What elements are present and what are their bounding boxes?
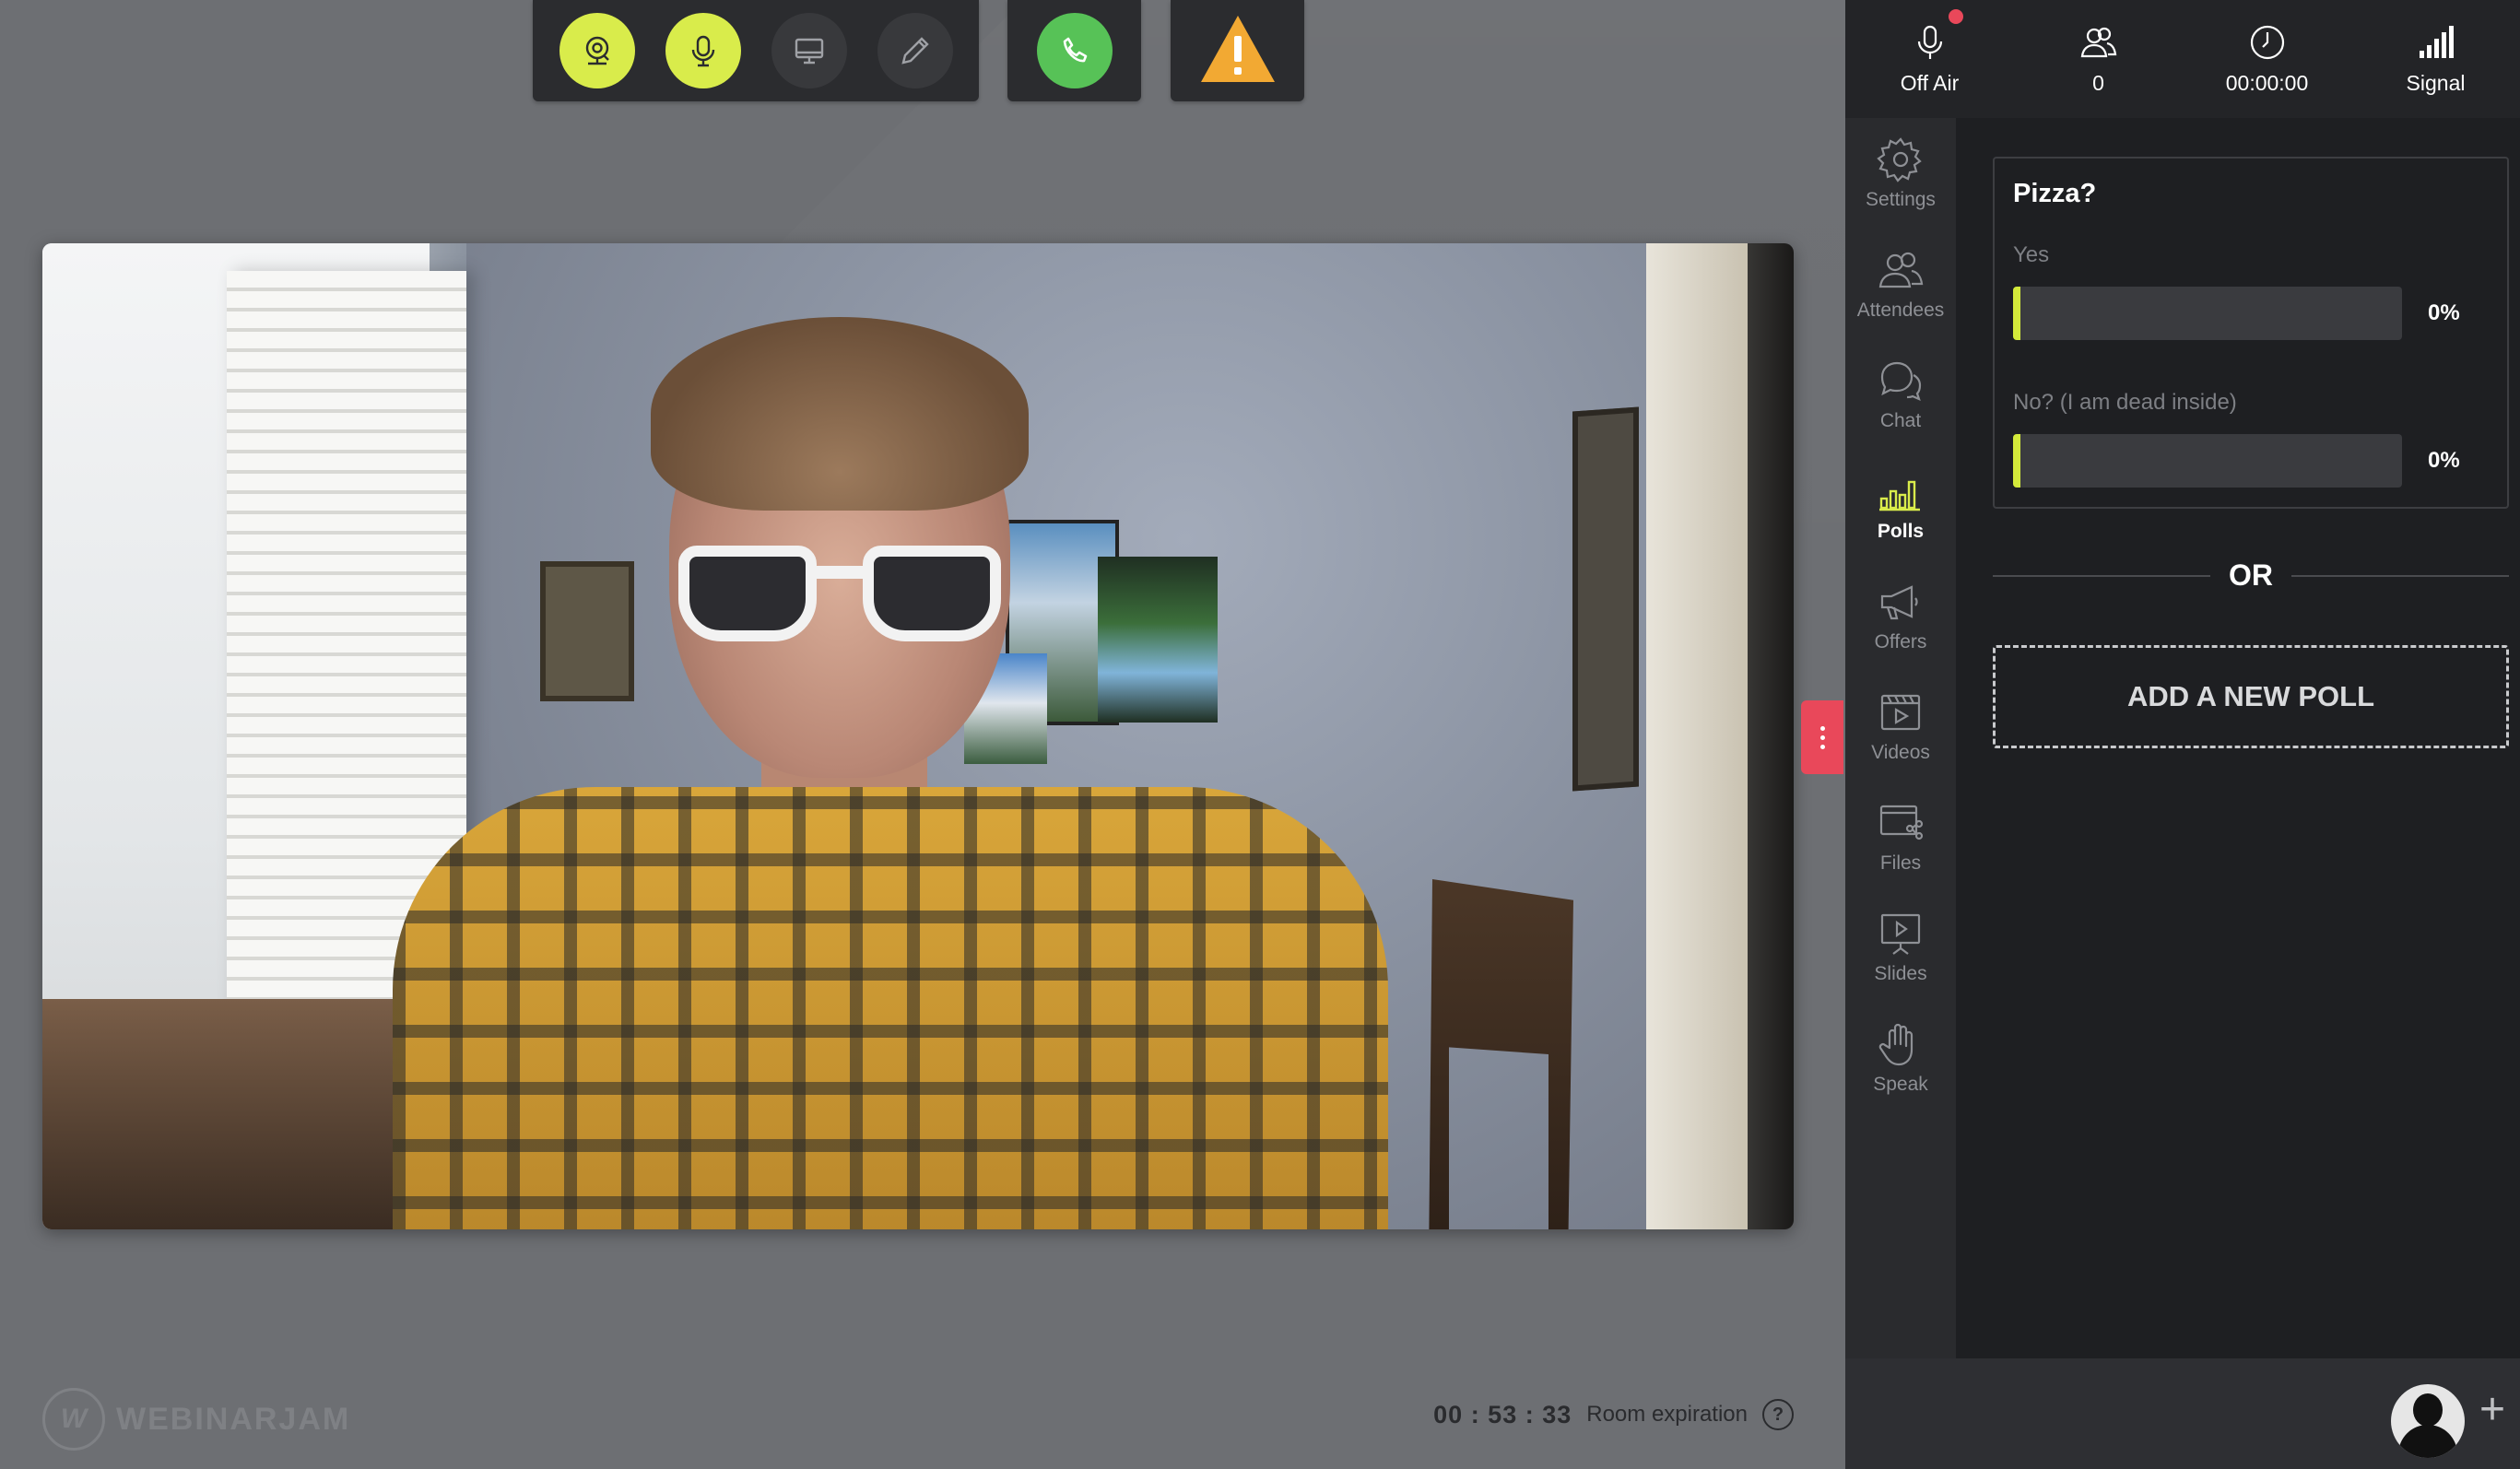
microphone-icon (691, 35, 714, 67)
microphone-button[interactable] (665, 13, 741, 88)
nav-label: Slides (1874, 963, 1927, 984)
presentation-icon (1880, 913, 1921, 955)
nav-label: Polls (1877, 521, 1925, 542)
poll-option-row: 0% (2013, 434, 2489, 488)
presenter-figure (651, 317, 1029, 511)
nav-item-settings[interactable]: Settings (1845, 118, 1956, 229)
room-expiration: 00 : 53 : 33 Room expiration ? (1433, 1399, 1794, 1430)
status-bar: Off Air 0 00:00:00 Signal (1845, 0, 2520, 118)
nav-item-offers[interactable]: Offers (1845, 560, 1956, 671)
nav-item-files[interactable]: Files (1845, 782, 1956, 892)
help-icon[interactable]: ? (1762, 1399, 1794, 1430)
phone-icon (1063, 37, 1087, 63)
nav-item-chat[interactable]: Chat (1845, 339, 1956, 450)
nav-item-slides[interactable]: Slides (1845, 892, 1956, 1003)
signal-bars-icon (2419, 25, 2454, 58)
nav-label: Videos (1871, 742, 1930, 763)
panel-toggle-tab[interactable] (1801, 700, 1843, 774)
microphone-icon (1917, 25, 1942, 59)
poll-option-row: 0% (2013, 287, 2489, 340)
nav-label: Offers (1874, 631, 1927, 652)
video-scene (1572, 406, 1639, 792)
screen-share-button[interactable] (771, 13, 847, 88)
draw-button[interactable] (877, 13, 953, 88)
nav-item-attendees[interactable]: Attendees (1845, 229, 1956, 339)
poll-result-fill (2013, 434, 2020, 488)
side-navigation: Settings Attendees Chat Polls Offers Vid… (1845, 118, 1956, 1358)
session-timer: 00:00:00 (2183, 0, 2351, 118)
bar-chart-icon (1879, 480, 1920, 511)
clock-icon (2250, 25, 2284, 59)
poll-result-fill (2013, 287, 2020, 340)
signal-strength: Signal (2351, 0, 2520, 118)
poll-card[interactable]: Pizza? Yes 0% No? (I am dead inside) 0% (1993, 157, 2509, 509)
call-button[interactable] (1036, 13, 1113, 88)
attendee-count[interactable]: 0 (2014, 0, 2183, 118)
media-controls-toolbar (533, 0, 979, 101)
webcam-icon (585, 36, 609, 65)
poll-option-percent: 0% (2428, 300, 2460, 325)
video-clip-icon (1880, 694, 1921, 731)
warning-button[interactable] (1198, 12, 1278, 90)
call-toolbar (1007, 0, 1141, 101)
presenter-figure (678, 546, 1001, 647)
video-scene (42, 999, 439, 1229)
chat-icon (1880, 361, 1922, 401)
panel-footer: + (1845, 1358, 2520, 1469)
pencil-icon (901, 37, 929, 65)
megaphone-icon (1880, 585, 1918, 620)
stage-area: W WEBINARJAM 00 : 53 : 33 Room expiratio… (0, 0, 1845, 1469)
webcam-button[interactable] (559, 13, 635, 88)
warning-toolbar (1171, 0, 1304, 101)
people-icon (1878, 252, 1924, 288)
kebab-dot (1819, 734, 1825, 740)
expiration-label: Room expiration (1586, 1402, 1748, 1427)
nav-label: Chat (1879, 410, 1922, 431)
brand-name: WEBINARJAM (116, 1401, 351, 1437)
nav-item-speak[interactable]: Speak (1845, 1003, 1956, 1113)
or-divider-text: OR (2229, 558, 2273, 592)
nav-label: Files (1879, 852, 1922, 874)
poll-option-label: No? (I am dead inside) (2013, 390, 2237, 415)
expiration-countdown: 00 : 53 : 33 (1433, 1400, 1572, 1428)
add-new-poll-button[interactable]: ADD A NEW POLL (1993, 645, 2509, 748)
poll-result-bar (2013, 287, 2402, 340)
nav-label: Attendees (1856, 300, 1945, 321)
poll-option-percent: 0% (2428, 448, 2460, 473)
polls-panel: Pizza? Yes 0% No? (I am dead inside) 0% … (1956, 118, 2520, 1358)
presenter-figure (393, 787, 1388, 1229)
kebab-dot (1819, 725, 1825, 731)
poll-question: Pizza? (2013, 179, 2097, 208)
live-indicator-dot (1949, 9, 1963, 24)
air-status-label: Off Air (1900, 70, 1960, 95)
people-icon (2080, 27, 2116, 57)
video-scene (540, 561, 634, 701)
files-icon (1879, 805, 1924, 840)
nav-item-videos[interactable]: Videos (1845, 671, 1956, 782)
nav-label: Speak (1873, 1074, 1928, 1095)
divider-line (1993, 574, 2210, 577)
signal-label: Signal (2406, 70, 2466, 95)
brand-logo: W WEBINARJAM (42, 1388, 350, 1451)
video-scene (1646, 243, 1748, 1229)
attendee-count-label: 0 (2092, 70, 2104, 95)
video-scene (1098, 557, 1218, 723)
poll-option-label: Yes (2013, 242, 2050, 267)
add-icon[interactable]: + (2474, 1388, 2511, 1432)
air-status[interactable]: Off Air (1845, 0, 2014, 118)
poll-result-bar (2013, 434, 2402, 488)
gear-icon (1877, 137, 1922, 182)
nav-label: Settings (1866, 189, 1936, 210)
kebab-dot (1819, 744, 1825, 749)
presenter-video-feed (42, 243, 1794, 1229)
or-divider: OR (1993, 558, 2509, 593)
hand-icon (1878, 1023, 1914, 1066)
avatar[interactable] (2391, 1384, 2465, 1458)
session-timer-label: 00:00:00 (2225, 70, 2309, 95)
nav-item-polls[interactable]: Polls (1845, 450, 1956, 560)
warning-icon (1200, 15, 1275, 82)
screen-share-icon (795, 38, 823, 65)
brand-mark: W (42, 1388, 105, 1451)
divider-line (2291, 574, 2509, 577)
